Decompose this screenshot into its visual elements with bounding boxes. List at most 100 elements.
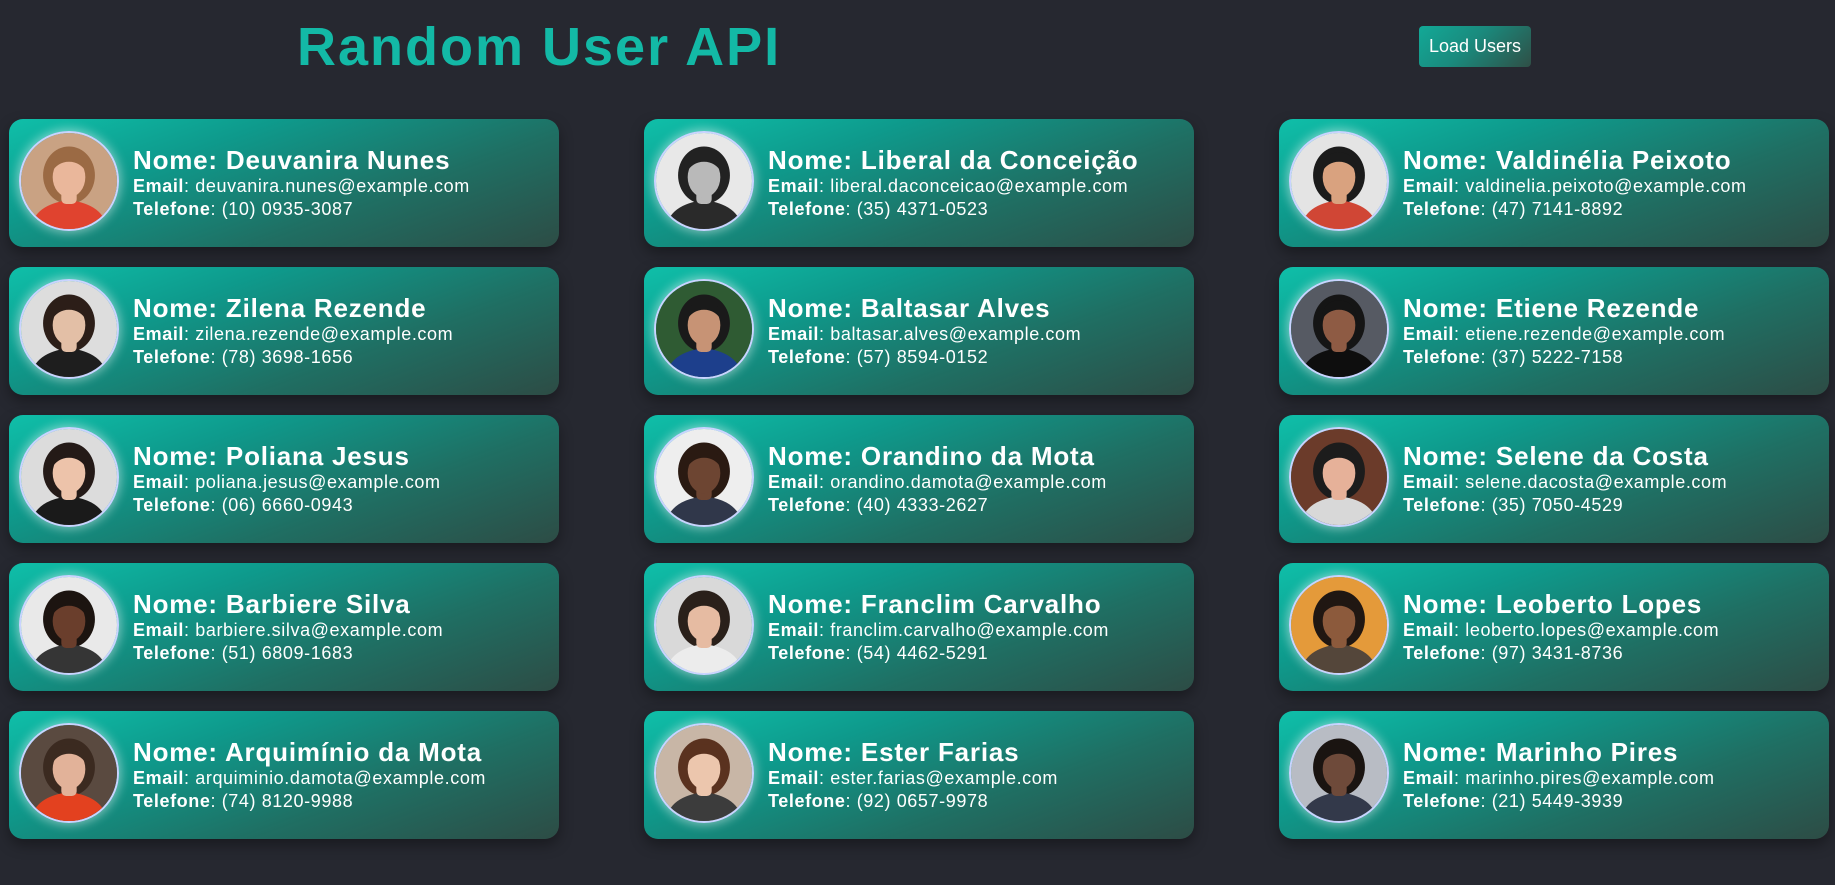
user-email-value: franclim.carvalho@example.com	[830, 620, 1109, 640]
user-card: Nome: Baltasar Alves Email: baltasar.alv…	[644, 267, 1194, 395]
email-separator: :	[819, 176, 831, 196]
name-prefix: Nome:	[133, 293, 226, 323]
load-users-button[interactable]: Load Users	[1419, 26, 1531, 67]
user-info: Nome: Etiene Rezende Email: etiene.rezen…	[1403, 293, 1819, 369]
user-card: Nome: Selene da Costa Email: selene.daco…	[1279, 415, 1829, 543]
user-phone-value: (37) 5222-7158	[1491, 347, 1624, 367]
phone-label: Telefone	[768, 347, 846, 367]
user-name: Nome: Arquimínio da Mota	[133, 737, 549, 767]
user-email-line: Email: marinho.pires@example.com	[1403, 767, 1819, 790]
avatar-photo	[1291, 133, 1387, 229]
user-email-value: deuvanira.nunes@example.com	[195, 176, 470, 196]
user-avatar	[19, 131, 119, 231]
phone-label: Telefone	[133, 347, 211, 367]
phone-separator: :	[845, 643, 857, 663]
user-info: Nome: Baltasar Alves Email: baltasar.alv…	[768, 293, 1184, 369]
user-avatar	[19, 723, 119, 823]
user-info: Nome: Arquimínio da Mota Email: arquimin…	[133, 737, 549, 813]
user-name-value: Arquimínio da Mota	[224, 737, 483, 767]
user-email-line: Email: leoberto.lopes@example.com	[1403, 619, 1819, 642]
user-card: Nome: Liberal da Conceição Email: libera…	[644, 119, 1194, 247]
phone-label: Telefone	[768, 495, 846, 515]
name-prefix: Nome:	[133, 589, 226, 619]
user-phone-line: Telefone: (10) 0935-3087	[133, 198, 549, 221]
user-phone-line: Telefone: (47) 7141-8892	[1403, 198, 1819, 221]
user-email-line: Email: ester.farias@example.com	[768, 767, 1184, 790]
email-label: Email	[1403, 472, 1455, 492]
name-prefix: Nome:	[133, 441, 226, 471]
user-avatar	[654, 427, 754, 527]
user-info: Nome: Poliana Jesus Email: poliana.jesus…	[133, 441, 549, 517]
phone-label: Telefone	[1403, 347, 1481, 367]
user-card: Nome: Deuvanira Nunes Email: deuvanira.n…	[9, 119, 559, 247]
user-name-value: Poliana Jesus	[225, 441, 410, 471]
name-prefix: Nome:	[768, 589, 861, 619]
user-card: Nome: Zilena Rezende Email: zilena.rezen…	[9, 267, 559, 395]
user-phone-value: (92) 0657-9978	[856, 791, 989, 811]
user-avatar	[654, 723, 754, 823]
user-card: Nome: Poliana Jesus Email: poliana.jesus…	[9, 415, 559, 543]
user-phone-value: (47) 7141-8892	[1491, 199, 1624, 219]
avatar-photo	[656, 281, 752, 377]
user-email-line: Email: deuvanira.nunes@example.com	[133, 175, 549, 198]
phone-separator: :	[845, 199, 857, 219]
user-phone-value: (40) 4333-2627	[856, 495, 989, 515]
user-phone-value: (35) 7050-4529	[1491, 495, 1624, 515]
user-info: Nome: Marinho Pires Email: marinho.pires…	[1403, 737, 1819, 813]
user-name-value: Etiene Rezende	[1495, 293, 1700, 323]
user-email-value: ester.farias@example.com	[830, 768, 1058, 788]
user-name-value: Baltasar Alves	[860, 293, 1051, 323]
user-name: Nome: Etiene Rezende	[1403, 293, 1819, 323]
email-separator: :	[819, 620, 831, 640]
user-name-value: Liberal da Conceição	[860, 145, 1139, 175]
user-card-grid: Nome: Deuvanira Nunes Email: deuvanira.n…	[9, 119, 1829, 839]
user-avatar	[1289, 131, 1389, 231]
user-card: Nome: Arquimínio da Mota Email: arquimin…	[9, 711, 559, 839]
user-name: Nome: Deuvanira Nunes	[133, 145, 549, 175]
phone-separator: :	[1480, 495, 1492, 515]
user-avatar	[654, 131, 754, 231]
user-card: Nome: Orandino da Mota Email: orandino.d…	[644, 415, 1194, 543]
user-phone-line: Telefone: (74) 8120-9988	[133, 790, 549, 813]
user-email-line: Email: zilena.rezende@example.com	[133, 323, 549, 346]
phone-label: Telefone	[1403, 199, 1481, 219]
avatar-photo	[1291, 429, 1387, 525]
phone-label: Telefone	[768, 199, 846, 219]
user-phone-line: Telefone: (40) 4333-2627	[768, 494, 1184, 517]
phone-separator: :	[845, 495, 857, 515]
phone-label: Telefone	[1403, 791, 1481, 811]
user-info: Nome: Ester Farias Email: ester.farias@e…	[768, 737, 1184, 813]
phone-label: Telefone	[133, 643, 211, 663]
user-phone-value: (06) 6660-0943	[221, 495, 354, 515]
email-label: Email	[133, 176, 185, 196]
avatar-photo	[1291, 577, 1387, 673]
user-email-value: orandino.damota@example.com	[830, 472, 1107, 492]
user-name: Nome: Marinho Pires	[1403, 737, 1819, 767]
user-email-value: selene.dacosta@example.com	[1465, 472, 1728, 492]
user-name: Nome: Franclim Carvalho	[768, 589, 1184, 619]
user-name-value: Marinho Pires	[1495, 737, 1679, 767]
phone-separator: :	[210, 199, 222, 219]
user-name-value: Leoberto Lopes	[1495, 589, 1703, 619]
user-name-value: Deuvanira Nunes	[225, 145, 451, 175]
avatar-photo	[656, 429, 752, 525]
user-card: Nome: Valdinélia Peixoto Email: valdinel…	[1279, 119, 1829, 247]
user-phone-line: Telefone: (54) 4462-5291	[768, 642, 1184, 665]
user-email-line: Email: poliana.jesus@example.com	[133, 471, 549, 494]
avatar-photo	[656, 133, 752, 229]
avatar-photo	[1291, 281, 1387, 377]
user-name: Nome: Selene da Costa	[1403, 441, 1819, 471]
user-name: Nome: Zilena Rezende	[133, 293, 549, 323]
user-card: Nome: Barbiere Silva Email: barbiere.sil…	[9, 563, 559, 691]
user-email-value: poliana.jesus@example.com	[195, 472, 441, 492]
email-label: Email	[1403, 620, 1455, 640]
phone-label: Telefone	[133, 791, 211, 811]
user-email-line: Email: arquiminio.damota@example.com	[133, 767, 549, 790]
user-card: Nome: Marinho Pires Email: marinho.pires…	[1279, 711, 1829, 839]
email-separator: :	[1454, 472, 1466, 492]
user-email-line: Email: baltasar.alves@example.com	[768, 323, 1184, 346]
user-avatar	[1289, 279, 1389, 379]
avatar-photo	[656, 577, 752, 673]
user-phone-value: (57) 8594-0152	[856, 347, 989, 367]
email-separator: :	[184, 472, 196, 492]
